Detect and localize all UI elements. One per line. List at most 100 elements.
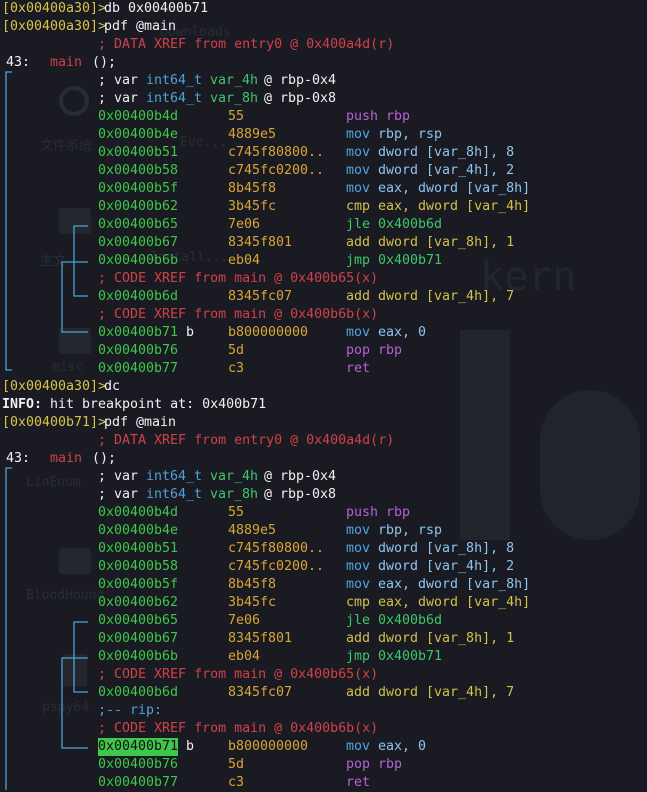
instruction-address: 0x00400b77 [98,361,179,376]
watermark-label: Eve... [180,135,227,150]
instruction-address: 0x00400b4d [98,109,179,124]
instruction-mnemonic: jle [346,613,371,628]
xref-comment-text: ; DATA XREF from entry0 @ 0x400a4d(r) [98,37,395,52]
instruction-bytes: 4889e5 [228,523,277,538]
instruction-mnemonic: mov [346,325,371,340]
var-prefix: ; var [98,73,139,88]
prompt: [0x00400a30]> [2,19,107,34]
watermark-label: 文件系统 [40,139,93,154]
var-prefix: ; var [98,469,139,484]
watermark-label: BloodHound [26,588,105,603]
instruction-bytes: 55 [228,109,245,124]
instruction-address: 0x00400b67 [98,631,179,646]
var-name: var_8h [210,487,259,502]
instruction-bytes: 8345f801 [228,631,293,646]
var-prefix: ; var [98,487,139,502]
instruction-mnemonic: cmp [346,595,371,610]
instruction-mnemonic: jmp [346,649,371,664]
instruction-operands: dword [var_8h], 1 [378,235,515,250]
var-type: int64_t [146,91,203,106]
instruction-bytes: 8b45f8 [228,577,277,592]
instruction-mnemonic: mov [346,181,371,196]
instruction-bytes: 3b45fc [228,199,277,214]
instruction-operands: rbp [378,757,403,772]
command: db 0x00400b71 [104,1,209,16]
instruction-bytes: b800000000 [228,739,309,754]
instruction-address: 0x00400b6d [98,289,179,304]
xref-comment-text: ; CODE XREF from main @ 0x400b6b(x) [98,721,379,736]
prompt: [0x00400b71]> [2,415,107,430]
instruction-bytes: c745f80800.. [228,145,325,160]
var-name: var_4h [210,469,259,484]
instruction-operands: 0x400b71 [378,649,443,664]
breakpoint-flag: b [186,739,195,754]
command: pdf @main [104,415,177,430]
instruction-mnemonic: mov [346,577,371,592]
file-icon [63,654,87,686]
instruction-address: 0x00400b4e [98,127,179,142]
instruction-operands: rbp [386,505,411,520]
rip-label: ;-- rip: [98,703,163,718]
instruction-bytes: eb04 [228,253,261,268]
instruction-operands: eax, dword [var_8h] [378,577,531,592]
watermark-label: LinEnum [26,475,81,490]
instruction-bytes: 7e06 [228,613,261,628]
instruction-address: 0x00400b6b [98,253,179,268]
instruction-address: 0x00400b77 [98,775,179,790]
instruction-mnemonic: push [346,505,379,520]
xref-comment-text: ; CODE XREF from main @ 0x400b6b(x) [98,307,379,322]
instruction-mnemonic: mov [346,559,371,574]
instruction-mnemonic: add [346,631,371,646]
instruction-address: 0x00400b5f [98,181,179,196]
instruction-mnemonic: jmp [346,253,371,268]
folder-icon [59,86,89,116]
instruction-operands: dword [var_4h], 7 [378,685,515,700]
instruction-operands: eax, dword [var_4h] [378,595,531,610]
info-text: hit breakpoint at: 0x400b71 [50,397,267,412]
instruction-address: 0x00400b62 [98,595,179,610]
folder-icon [59,328,91,354]
folder-icon [59,548,91,574]
instruction-operands: dword [var_8h], 1 [378,631,515,646]
instruction-mnemonic: ret [346,775,371,790]
instruction-mnemonic: push [346,109,379,124]
instruction-bytes: 7e06 [228,217,261,232]
instruction-address: 0x00400b51 [98,145,179,160]
instruction-address: 0x00400b65 [98,217,179,232]
instruction-operands: 0x400b71 [378,253,443,268]
instruction-address: 0x00400b51 [98,541,179,556]
instruction-operands: dword [var_4h], 2 [378,163,515,178]
instruction-mnemonic: add [346,235,371,250]
function-size: 43: [6,55,31,70]
instruction-address: 0x00400b58 [98,559,179,574]
instruction-operands: dword [var_4h], 7 [378,289,515,304]
xref-comment-text: ; CODE XREF from main @ 0x400b65(x) [98,667,379,682]
instruction-address: 0x00400b71 [98,738,179,756]
instruction-bytes: 8345fc07 [228,685,293,700]
instruction-address: 0x00400b4d [98,505,179,520]
instruction-operands: rbp [378,343,403,358]
instruction-mnemonic: mov [346,127,371,142]
instruction-bytes: 55 [228,505,245,520]
instruction-address: 0x00400b71 [98,325,179,340]
var-type: int64_t [146,487,203,502]
instruction-bytes: c745fc0200.. [228,559,325,574]
instruction-mnemonic: mov [346,523,371,538]
instruction-bytes: 8345fc07 [228,289,293,304]
instruction-bytes: 8345f801 [228,235,293,250]
instruction-address: 0x00400b76 [98,757,179,772]
instruction-bytes: 5d [228,757,245,772]
instruction-mnemonic: mov [346,739,371,754]
watermark-label: misc [52,360,84,375]
instruction-mnemonic: add [346,685,371,700]
instruction-mnemonic: mov [346,145,371,160]
prompt: [0x00400a30]> [2,379,107,394]
breakpoint-flag: b [186,325,195,340]
instruction-mnemonic: ret [346,361,371,376]
var-prefix: ; var [98,91,139,106]
instruction-mnemonic: jle [346,217,371,232]
command: pdf @main [104,19,177,34]
folder-icon [59,208,91,234]
instruction-bytes: 5d [228,343,245,358]
instruction-operands: eax, dword [var_4h] [378,199,531,214]
